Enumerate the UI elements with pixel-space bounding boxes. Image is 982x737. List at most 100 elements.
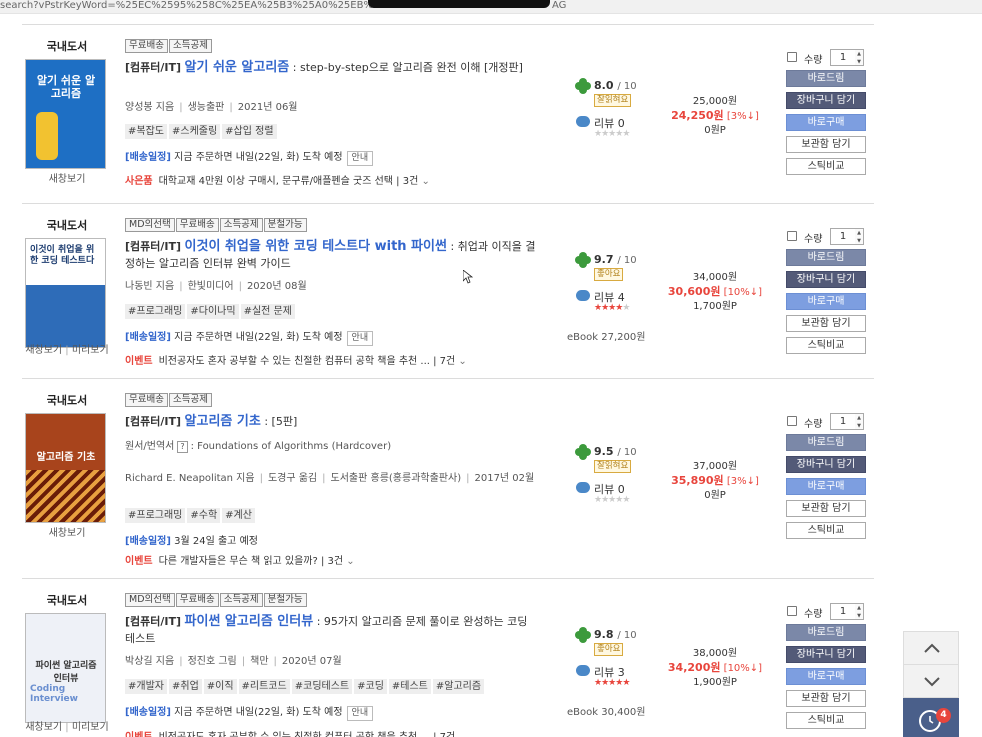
compare-button[interactable]: 스틱비교 <box>786 522 866 539</box>
book-cover-image[interactable]: 알고리즘 기초 <box>25 413 106 523</box>
keyword-tag[interactable]: #삽입 정렬 <box>222 124 277 139</box>
add-to-cart-button[interactable]: 장바구니 담기 <box>786 456 866 473</box>
category-label: 국내도서 <box>46 394 88 407</box>
keyword-tag[interactable]: #코딩테스트 <box>291 679 353 694</box>
meta-item[interactable]: 책만 <box>250 656 268 667</box>
promotion-text[interactable]: 대학교재 4만원 이상 구매시, 문구류/애플펜슬 굿즈 선택 | 3건 <box>159 176 419 187</box>
meta-item[interactable]: 도서출판 홍릉(홍릉과학출판사) <box>331 473 462 484</box>
new-window-link[interactable]: 새창보기 <box>25 345 62 356</box>
book-cover-image[interactable]: 이것이 취업을 위한 코딩 테스트다 <box>25 238 106 348</box>
barodrim-button[interactable]: 바로드림 <box>786 624 866 641</box>
scroll-bottom-button[interactable] <box>903 664 959 698</box>
meta-item[interactable]: 한빛미디어 <box>188 281 234 292</box>
author-link[interactable]: Richard E. Neapolitan 지음 <box>125 473 255 484</box>
author-link[interactable]: 박상길 지음 <box>125 656 174 667</box>
meta-item[interactable]: 도경구 옮김 <box>268 473 317 484</box>
book-title-link[interactable]: 이것이 취업을 위한 코딩 테스트다 with 파이썬 <box>185 239 447 254</box>
select-checkbox[interactable] <box>787 606 797 616</box>
add-to-cart-button[interactable]: 장바구니 담기 <box>786 92 866 109</box>
meta-item: 2020년 08월 <box>246 281 307 292</box>
compare-button[interactable]: 스틱비교 <box>786 158 866 175</box>
quantity-input[interactable]: 1 <box>830 49 856 66</box>
delivery-info-button[interactable]: 안내 <box>346 706 374 721</box>
book-title-link[interactable]: 알기 쉬운 알고리즘 <box>185 60 290 75</box>
keyword-tag[interactable]: #프로그래밍 <box>125 508 186 523</box>
buy-now-button[interactable]: 바로구매 <box>786 114 866 131</box>
barodrim-button[interactable]: 바로드림 <box>786 434 866 451</box>
recent-history-button[interactable]: 4 <box>903 698 959 737</box>
barodrim-button[interactable]: 바로드림 <box>786 70 866 87</box>
quantity-stepper[interactable]: ▲ ▼ <box>855 603 864 620</box>
buy-now-button[interactable]: 바로구매 <box>786 668 866 685</box>
select-checkbox[interactable] <box>787 52 797 62</box>
rating-score: 8.0 / 10 <box>594 79 637 92</box>
help-icon[interactable]: ? <box>177 441 188 453</box>
add-to-wishlist-button[interactable]: 보관함 담기 <box>786 136 866 153</box>
author-link[interactable]: 양성봉 지음 <box>125 102 174 113</box>
scroll-top-button[interactable] <box>903 631 959 665</box>
book-cover-image[interactable]: Coding Interview 파이썬 알고리즘 인터뷰 <box>25 613 106 723</box>
keyword-tag[interactable]: #리트코드 <box>238 679 290 694</box>
delivery-info-button[interactable]: 안내 <box>346 331 374 346</box>
add-to-cart-button[interactable]: 장바구니 담기 <box>786 271 866 288</box>
badge-group: 무료배송 소득공제 <box>125 38 213 53</box>
keyword-tag[interactable]: #알고리즘 <box>432 679 485 694</box>
add-to-wishlist-button[interactable]: 보관함 담기 <box>786 500 866 517</box>
keyword-tag[interactable]: #이직 <box>203 679 237 694</box>
quantity-input[interactable]: 1 <box>830 228 856 245</box>
promotion: 이벤트 다른 개발자들은 무슨 책 읽고 있을까? | 3건 ⌄ <box>125 555 355 569</box>
sample-preview-link[interactable]: 미리보기 <box>72 345 109 356</box>
add-to-wishlist-button[interactable]: 보관함 담기 <box>786 315 866 332</box>
meta-item[interactable]: 정진호 그림 <box>188 656 237 667</box>
discount-rate: [10%↓] <box>723 287 763 298</box>
ebook-price-link[interactable]: eBook 30,400원 <box>567 703 645 718</box>
chevron-down-icon[interactable]: ⌄ <box>343 556 354 567</box>
rating-max: / 10 <box>617 630 637 641</box>
promotion-text[interactable]: 비전공자도 혼자 공부할 수 있는 친절한 컴퓨터 공학 책을 추천 ... |… <box>159 356 456 367</box>
promotion-text[interactable]: 다른 개발자들은 무슨 책 읽고 있을까? | 3건 <box>159 556 344 567</box>
book-title-link[interactable]: 알고리즘 기초 <box>185 414 261 429</box>
meta-item[interactable]: 생능출판 <box>188 102 225 113</box>
buy-now-button[interactable]: 바로구매 <box>786 478 866 495</box>
keyword-tag[interactable]: #코딩 <box>354 679 387 694</box>
add-to-wishlist-button[interactable]: 보관함 담기 <box>786 690 866 707</box>
quantity-input[interactable]: 1 <box>830 603 856 620</box>
delivery-info-button[interactable]: 안내 <box>346 151 374 166</box>
chevron-down-icon[interactable]: ⌄ <box>418 176 429 187</box>
new-window-link[interactable]: 새창보기 <box>25 722 62 733</box>
buy-now-button[interactable]: 바로구매 <box>786 293 866 310</box>
keyword-tag[interactable]: #테스트 <box>388 679 431 694</box>
book-title-link[interactable]: 파이썬 알고리즘 인터뷰 <box>185 614 314 629</box>
keyword-tag[interactable]: #실전 문제 <box>240 304 295 319</box>
keyword-tag[interactable]: #수학 <box>187 508 221 523</box>
keyword-tag[interactable]: #다이나믹 <box>187 304 239 319</box>
keyword-tag[interactable]: #개발자 <box>125 679 167 694</box>
quantity-input[interactable]: 1 <box>830 413 856 430</box>
quantity-stepper[interactable]: ▲ ▼ <box>855 413 864 430</box>
ebook-price-link[interactable]: eBook 27,200원 <box>567 328 645 343</box>
book-cover-image[interactable]: 알기 쉬운 알고리즘 <box>25 59 106 169</box>
keyword-tag[interactable]: #프로그래밍 <box>125 304 186 319</box>
list-price: 25,000원 <box>692 96 738 107</box>
select-checkbox[interactable] <box>787 416 797 426</box>
sample-preview-link[interactable]: 미리보기 <box>72 722 109 733</box>
author-link[interactable]: 나동빈 지음 <box>125 281 174 292</box>
barodrim-button[interactable]: 바로드림 <box>786 249 866 266</box>
add-to-cart-button[interactable]: 장바구니 담기 <box>786 646 866 663</box>
promotion-text[interactable]: 비전공자도 혼자 공부할 수 있는 친절한 컴퓨터 공학 책을 추천 ... |… <box>159 732 456 737</box>
select-checkbox[interactable] <box>787 231 797 241</box>
keyword-tag[interactable]: #취업 <box>168 679 202 694</box>
chevron-down-icon[interactable]: ⌄ <box>455 356 466 367</box>
browser-url-bar[interactable]: search?vPstrKeyWord=%25EC%2595%258C%25EA… <box>0 0 982 14</box>
new-window-link[interactable]: 새창보기 <box>49 174 86 185</box>
keyword-tag[interactable]: #복잡도 <box>125 124 167 139</box>
chevron-down-icon[interactable]: ⌄ <box>455 732 466 737</box>
quantity-stepper[interactable]: ▲ ▼ <box>855 228 864 245</box>
compare-button[interactable]: 스틱비교 <box>786 337 866 354</box>
keyword-tag[interactable]: #스케줄링 <box>168 124 221 139</box>
quantity-stepper[interactable]: ▲ ▼ <box>855 49 864 66</box>
compare-button[interactable]: 스틱비교 <box>786 712 866 729</box>
quantity-row: 수량 1 ▲ ▼ <box>786 413 868 431</box>
keyword-tag[interactable]: #계산 <box>222 508 255 523</box>
new-window-link[interactable]: 새창보기 <box>49 528 86 539</box>
